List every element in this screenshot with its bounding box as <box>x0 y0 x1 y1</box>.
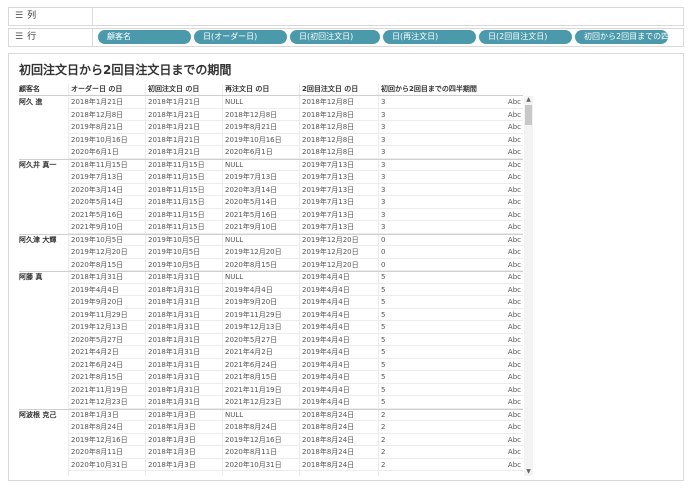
rows-icon: ☰ <box>15 32 24 42</box>
table-row[interactable]: 2019年11月29日 2018年1月31日 2019年11月29日 2019年4月4… <box>19 309 523 321</box>
header-quarter-period[interactable]: 初回から2回目までの四半期間 <box>381 84 477 94</box>
customer-name: 阿久井 真一 <box>19 160 57 169</box>
sheet-title: 初回注文日から2回目注文日までの期間 <box>19 63 232 77</box>
table-row[interactable]: 2019年7月13日 2018年11月15日 2019年7月13日 2019年7月13… <box>19 171 523 184</box>
table-row[interactable]: 阿波根 克己 2018年1月3日 2018年1月3日 NULL 2018年8月24日 2 A… <box>19 408 523 421</box>
table-row[interactable]: 2019年8月21日 2018年1月21日 2019年8月21日 2018年12月8日… <box>19 121 523 134</box>
header-second-order-date[interactable]: 2回目注文日 の日 <box>302 84 358 94</box>
scroll-up-icon[interactable]: ▲ <box>524 96 533 104</box>
table-row[interactable]: 2018年12月8日 2018年1月21日 2018年12月8日 2018年12月8日… <box>19 109 523 121</box>
vertical-scrollbar[interactable]: ▲ ▼ <box>524 96 533 476</box>
header-customer[interactable]: 顧客名 <box>19 84 40 94</box>
table-row[interactable]: 2019年9月20日 2018年1月31日 2019年9月20日 2019年4月4日 5… <box>19 296 523 309</box>
table-row[interactable]: 2019年10月16日 2018年1月21日 2019年10月16日 2018年12月… <box>19 134 523 146</box>
pill-order-date[interactable]: 日(オーダー日) <box>194 30 287 44</box>
pill-quarter-period[interactable]: 初回から2回目までの四... <box>575 30 668 44</box>
customer-name: 阿久 進 <box>19 98 43 106</box>
worksheet-view: 初回注文日から2回目注文日までの期間 顧客名 オーダー日 の日 初回注文日 の日… <box>8 53 684 481</box>
table-row[interactable]: 阿久井 真一 2018年11月15日 2018年11月15日 NULL 2019年7月1… <box>19 158 523 171</box>
table-row[interactable]: 2021年4月2日 2018年1月31日 2021年4月2日 2019年4月4日 5 Ab… <box>19 346 523 359</box>
header-first-order-date[interactable]: 初回注文日 の日 <box>148 84 199 94</box>
header-reorder-date[interactable]: 再注文日 の日 <box>225 84 269 94</box>
table-row[interactable]: 2021年6月24日 2018年1月31日 2021年6月24日 2019年4月4日 5… <box>19 359 523 371</box>
table-row[interactable]: 2021年12月23日 2018年1月31日 2021年12月23日 2019年4月4… <box>19 396 523 409</box>
table-row[interactable]: 2019年12月13日 2018年1月31日 2019年12月13日 2019年4月4… <box>19 321 523 334</box>
table-row[interactable]: 阿久 進 2018年1月21日 2018年1月21日 NULL 2018年12月8日 3 A… <box>19 96 523 109</box>
customer-name: 阿久津 大輝 <box>19 235 57 244</box>
table-row[interactable]: 2020年6月1日 2018年1月21日 2020年6月1日 2018年12月8日 3 A… <box>19 146 523 159</box>
table-row[interactable]: 2020年3月14日 2018年11月15日 2020年3月14日 2019年7月13… <box>19 184 523 196</box>
columns-label-text: 列 <box>27 11 37 21</box>
columns-shelf[interactable]: ☰ 列 <box>8 7 684 26</box>
pill-second-order-date[interactable]: 日(2回目注文日) <box>479 30 572 44</box>
row-divider <box>68 470 523 471</box>
table-row[interactable]: 2019年4月4日 2018年1月31日 2019年4月4日 2019年4月4日 5 Ab… <box>19 284 523 296</box>
pill-reorder-date[interactable]: 日(再注文日) <box>383 30 476 44</box>
table-row[interactable]: 2019年12月20日 2019年10月5日 2019年12月20日 2019年12月… <box>19 246 523 259</box>
table-row[interactable]: 2018年8月24日 2018年1月3日 2018年8月24日 2018年8月24日 2… <box>19 421 523 434</box>
table-row[interactable]: 2021年8月15日 2018年1月31日 2021年8月15日 2019年4月4日 5… <box>19 371 523 384</box>
columns-icon: ☰ <box>15 11 24 21</box>
table-row[interactable]: 2020年5月14日 2018年11月15日 2020年5月14日 2019年7月13… <box>19 196 523 209</box>
table-row[interactable]: 2020年8月11日 2018年1月3日 2020年8月11日 2018年8月24日 2… <box>19 446 523 459</box>
table-row[interactable]: 2021年5月16日 2018年11月15日 2021年5月16日 2019年7月13… <box>19 209 523 221</box>
rows-label-text: 行 <box>27 32 37 42</box>
table-row[interactable]: 2021年11月19日 2018年1月31日 2021年11月19日 2019年4月4… <box>19 384 523 396</box>
table-row[interactable]: 2020年8月15日 2019年10月5日 2020年8月15日 2019年12月20… <box>19 259 523 271</box>
pill-first-order-date[interactable]: 日(初回注文日) <box>290 30 380 44</box>
header-order-date[interactable]: オーダー日 の日 <box>71 84 122 94</box>
table-row[interactable]: 阿藤 真 2018年1月31日 2018年1月31日 NULL 2019年4月4日 5 Ab… <box>19 271 523 284</box>
scrollbar-thumb[interactable] <box>525 105 532 125</box>
customer-name: 阿藤 真 <box>19 273 43 281</box>
rows-shelf[interactable]: ☰ 行 顧客名 日(オーダー日) 日(初回注文日) 日(再注文日) 日(2回目注文… <box>8 28 684 47</box>
customer-name: 阿波根 克己 <box>19 410 57 419</box>
table-row[interactable]: 阿久津 大輝 2019年10月5日 2019年10月5日 NULL 2019年12月20… <box>19 233 523 246</box>
table-row[interactable]: 2019年12月16日 2018年1月3日 2019年12月16日 2018年8月24… <box>19 434 523 446</box>
pill-customer[interactable]: 顧客名 <box>98 30 191 44</box>
scroll-down-icon[interactable]: ▼ <box>524 468 533 476</box>
rows-shelf-label: ☰ 行 <box>9 29 93 46</box>
table-row[interactable]: 2020年10月31日 2018年1月3日 2020年10月31日 2018年8月24… <box>19 459 523 471</box>
table-row[interactable]: 2020年5月27日 2018年1月31日 2020年5月27日 2019年4月4日 5… <box>19 334 523 346</box>
columns-shelf-label: ☰ 列 <box>9 8 93 25</box>
table-row[interactable]: 2021年9月10日 2018年11月15日 2021年9月10日 2019年7月13… <box>19 221 523 234</box>
